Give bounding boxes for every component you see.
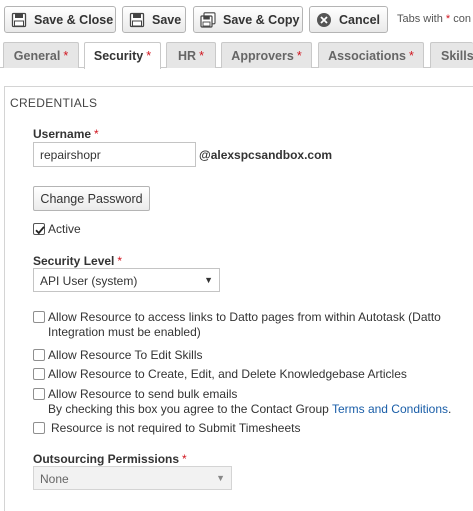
floppy-disk-icon: [11, 12, 27, 28]
datto-links-label: Allow Resource to access links to Datto …: [48, 310, 441, 340]
tab-label: HR: [178, 48, 197, 63]
datto-links-checkbox[interactable]: [33, 311, 45, 323]
security-level-label-text: Security Level: [33, 254, 115, 268]
save-label: Save: [152, 12, 182, 27]
security-level-select[interactable]: API User (system) ▼: [33, 268, 220, 292]
tab-approvers[interactable]: Approvers *: [221, 42, 312, 68]
timesheets-checkbox[interactable]: [33, 422, 45, 434]
username-input[interactable]: repairshopr: [33, 142, 196, 167]
required-fields-note: Tabs with * con: [397, 13, 471, 25]
floppy-disk-icon: [129, 12, 145, 28]
save-and-copy-button[interactable]: Save & Copy: [193, 6, 303, 33]
tab-label: Approvers: [231, 48, 294, 63]
security-level-value: API User (system): [40, 274, 138, 288]
tab-hr[interactable]: HR *: [166, 42, 216, 68]
save-and-close-label: Save & Close: [34, 12, 114, 27]
tab-bar: General * Security * HR * Approvers * Associ…: [0, 40, 473, 69]
active-checkbox[interactable]: [33, 223, 45, 235]
datto-links-line1: Allow Resource to access links to Datto …: [48, 310, 441, 324]
active-label: Active: [48, 222, 81, 236]
save-copy-icon: [200, 11, 216, 28]
edit-skills-checkbox[interactable]: [33, 349, 45, 361]
outsourcing-value: None: [40, 472, 69, 486]
username-label: Username *: [33, 127, 99, 141]
save-and-copy-label: Save & Copy: [223, 12, 300, 27]
terms-and-conditions-link[interactable]: Terms and Conditions: [332, 402, 448, 416]
required-note-suffix: con: [453, 13, 472, 25]
outsourcing-permissions-select[interactable]: None ▼: [33, 466, 232, 490]
kb-articles-checkbox[interactable]: [33, 368, 45, 380]
section-title-credentials: CREDENTIALS: [10, 96, 98, 110]
toolbar: Save & Close Save Save & Copy Cancel Tab…: [0, 0, 473, 40]
tab-label: Associations: [328, 48, 406, 63]
tab-label: General: [13, 48, 61, 63]
tab-security[interactable]: Security *: [84, 42, 161, 69]
username-label-text: Username: [33, 127, 92, 141]
required-star: *: [296, 48, 302, 63]
required-star: *: [63, 48, 69, 63]
tab-label: Skills: [441, 48, 473, 63]
change-password-button[interactable]: Change Password: [33, 186, 150, 211]
security-level-label: Security Level *: [33, 254, 122, 268]
save-and-close-button[interactable]: Save & Close: [4, 6, 116, 33]
outsourcing-label-text: Outsourcing Permissions: [33, 452, 180, 466]
required-note-prefix: Tabs with: [397, 13, 443, 25]
required-star: *: [445, 13, 451, 25]
tab-skills[interactable]: Skills: [430, 42, 473, 68]
caret-down-icon: ▼: [216, 473, 225, 483]
required-star: *: [182, 452, 187, 466]
username-domain: @alexspcsandbox.com: [199, 148, 333, 162]
tab-general[interactable]: General *: [3, 42, 79, 68]
bulk-emails-agreement: By checking this box you agree to the Co…: [48, 402, 451, 417]
cancel-button[interactable]: Cancel: [309, 6, 388, 33]
agreement-period: .: [448, 402, 452, 416]
kb-articles-label: Allow Resource to Create, Edit, and Dele…: [48, 367, 407, 381]
bulk-emails-label: Allow Resource to send bulk emails: [48, 387, 238, 401]
agreement-text: By checking this box you agree to the Co…: [48, 402, 329, 416]
edit-skills-label: Allow Resource To Edit Skills: [48, 348, 203, 362]
required-star: *: [199, 48, 204, 63]
bulk-emails-checkbox[interactable]: [33, 388, 45, 400]
required-star: *: [408, 48, 414, 63]
cancel-x-icon: [316, 12, 332, 28]
checkmark-icon: [35, 226, 45, 235]
caret-down-icon: ▼: [204, 275, 213, 285]
timesheets-label: Resource is not required to Submit Times…: [51, 421, 301, 435]
required-star: *: [117, 254, 123, 268]
tab-label: Security: [93, 49, 144, 63]
outsourcing-permissions-label: Outsourcing Permissions *: [33, 452, 187, 466]
datto-links-line2: Integration must be enabled): [48, 325, 201, 339]
tab-associations[interactable]: Associations *: [318, 42, 424, 68]
required-star: *: [94, 127, 99, 141]
save-button[interactable]: Save: [122, 6, 186, 33]
required-star: *: [146, 49, 152, 63]
cancel-label: Cancel: [339, 12, 380, 27]
